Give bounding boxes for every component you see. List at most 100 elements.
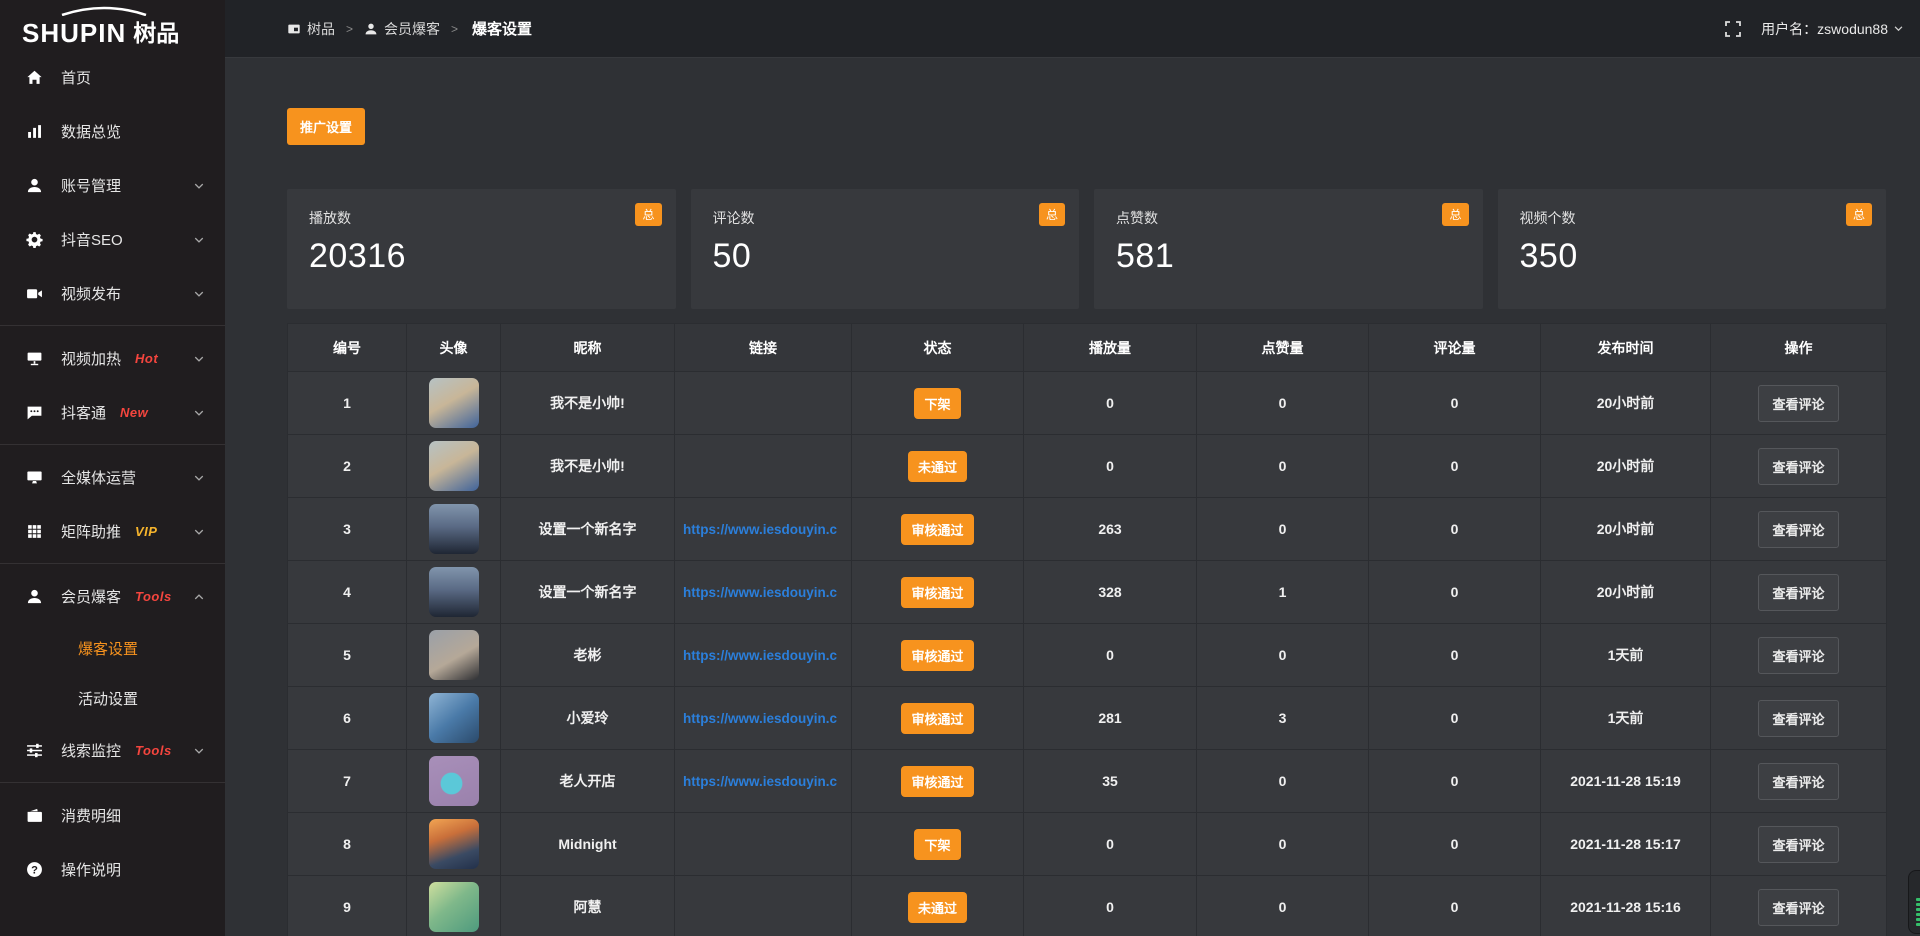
app-window: SHUPIN 树品 首页 数据总览 <box>0 0 1920 936</box>
view-comments-button[interactable]: 查看评论 <box>1758 574 1838 611</box>
sidebar-item-tag: Tools <box>135 743 172 758</box>
cell-nickname: 阿慧 <box>501 876 675 936</box>
cell-nickname: 老人开店 <box>501 750 675 813</box>
cell-link: https://www.iesdouyin.c <box>675 687 852 750</box>
table-row: 5 老彬 https://www.iesdouyin.c 审核通过 <box>288 624 1887 687</box>
cell-status: 未通过 <box>852 435 1024 498</box>
sidebar-item-video-heat[interactable]: 视频加热 Hot <box>0 331 225 385</box>
cell-status: 审核通过 <box>852 687 1024 750</box>
promotion-settings-button[interactable]: 推广设置 <box>287 108 365 145</box>
view-comments-button[interactable]: 查看评论 <box>1758 700 1838 737</box>
column-header: 操作 <box>1711 324 1887 372</box>
cell-publish-time: 1天前 <box>1541 687 1711 750</box>
sidebar-item-clue-monitor[interactable]: 线索监控 Tools <box>0 723 225 777</box>
cell-comments: 0 <box>1369 687 1541 750</box>
cell-comments: 0 <box>1369 372 1541 435</box>
view-comments-button[interactable]: 查看评论 <box>1758 763 1838 800</box>
logo-arc-decoration <box>58 3 150 21</box>
screen-icon <box>26 350 43 367</box>
stat-card-videos: 视频个数 350 总 <box>1498 189 1887 309</box>
chevron-down-icon <box>193 471 205 483</box>
cell-actions: 查看评论 <box>1711 876 1887 936</box>
chevron-down-icon <box>193 352 205 364</box>
table-row: 4 设置一个新名字 https://www.iesdouyin.c 审核通过 <box>288 561 1887 624</box>
cell-avatar <box>407 435 501 498</box>
stats-cards: 播放数 20316 总 评论数 50 总 点赞数 581 总 <box>287 189 1886 309</box>
breadcrumb-root[interactable]: 树品 <box>287 19 335 39</box>
view-comments-button[interactable]: 查看评论 <box>1758 889 1838 926</box>
cell-status: 下架 <box>852 813 1024 876</box>
sidebar-item-account-management[interactable]: 账号管理 <box>0 158 225 212</box>
cell-plays: 0 <box>1024 372 1197 435</box>
status-badge: 审核通过 <box>901 577 973 608</box>
stat-value: 20316 <box>309 237 654 276</box>
sidebar-item-omnimedia-operation[interactable]: 全媒体运营 <box>0 450 225 504</box>
column-header: 播放量 <box>1024 324 1197 372</box>
sidebar-item-matrix-boost[interactable]: 矩阵助推 VIP <box>0 504 225 558</box>
chevron-down-icon <box>193 744 205 756</box>
board-icon <box>287 22 301 36</box>
video-link[interactable]: https://www.iesdouyin.c <box>683 774 849 789</box>
sidebar-item-video-publish[interactable]: 视频发布 <box>0 266 225 320</box>
sidebar-item-instructions[interactable]: ? 操作说明 <box>0 842 225 896</box>
app-logo: SHUPIN 树品 <box>0 0 225 50</box>
sidebar-item-label: 首页 <box>61 67 91 88</box>
sidebar-item-label: 操作说明 <box>61 859 121 880</box>
cell-plays: 0 <box>1024 624 1197 687</box>
video-link[interactable]: https://www.iesdouyin.c <box>683 711 849 726</box>
cell-avatar <box>407 876 501 936</box>
floating-edge-widget[interactable] <box>1908 870 1920 934</box>
sidebar-item-home[interactable]: 首页 <box>0 50 225 104</box>
video-link[interactable]: https://www.iesdouyin.c <box>683 522 849 537</box>
sidebar-item-data-overview[interactable]: 数据总览 <box>0 104 225 158</box>
cell-actions: 查看评论 <box>1711 561 1887 624</box>
sidebar-item-douyin-seo[interactable]: 抖音SEO <box>0 212 225 266</box>
cell-actions: 查看评论 <box>1711 624 1887 687</box>
sidebar-subitem-baoke-settings[interactable]: 爆客设置 <box>0 623 225 673</box>
sidebar-subitem-activity-settings[interactable]: 活动设置 <box>0 673 225 723</box>
sidebar-item-label: 线索监控 <box>61 740 121 761</box>
cell-nickname: 我不是小帅! <box>501 372 675 435</box>
cell-link <box>675 876 852 936</box>
cell-likes: 0 <box>1197 624 1369 687</box>
sliders-icon <box>26 742 43 759</box>
breadcrumb-section[interactable]: 会员爆客 <box>364 19 440 39</box>
avatar <box>429 504 479 554</box>
view-comments-button[interactable]: 查看评论 <box>1758 826 1838 863</box>
caret-down-icon <box>1893 23 1904 34</box>
sidebar-item-member-baoke[interactable]: 会员爆客 Tools <box>0 569 225 623</box>
sidebar: SHUPIN 树品 首页 数据总览 <box>0 0 225 936</box>
bar-chart-icon <box>26 123 43 140</box>
view-comments-button[interactable]: 查看评论 <box>1758 385 1838 422</box>
sidebar-item-label: 消费明细 <box>61 805 121 826</box>
status-badge: 审核通过 <box>901 766 973 797</box>
cell-number: 6 <box>288 687 407 750</box>
view-comments-button[interactable]: 查看评论 <box>1758 637 1838 674</box>
cell-publish-time: 2021-11-28 15:19 <box>1541 750 1711 813</box>
sidebar-divider <box>0 325 225 326</box>
user-icon <box>26 177 43 194</box>
stat-value: 50 <box>713 237 1058 276</box>
cell-comments: 0 <box>1369 813 1541 876</box>
sidebar-item-label: 活动设置 <box>78 688 138 709</box>
video-link[interactable]: https://www.iesdouyin.c <box>683 648 849 663</box>
sidebar-item-douketong[interactable]: 抖客通 New <box>0 385 225 439</box>
user-menu[interactable]: 用户名：zswodun88 <box>1761 19 1904 39</box>
equalizer-bars-icon <box>1916 898 1920 926</box>
total-badge: 总 <box>1442 203 1468 226</box>
sidebar-item-consumption-details[interactable]: 消费明细 <box>0 788 225 842</box>
comment-icon <box>26 404 43 421</box>
table-row: 7 老人开店 https://www.iesdouyin.c 审核通过 <box>288 750 1887 813</box>
cell-publish-time: 2021-11-28 15:16 <box>1541 876 1711 936</box>
avatar <box>429 567 479 617</box>
stat-card-plays: 播放数 20316 总 <box>287 189 676 309</box>
cell-status: 审核通过 <box>852 561 1024 624</box>
fullscreen-icon[interactable] <box>1725 21 1741 37</box>
view-comments-button[interactable]: 查看评论 <box>1758 448 1838 485</box>
video-link[interactable]: https://www.iesdouyin.c <box>683 585 849 600</box>
cell-likes: 0 <box>1197 435 1369 498</box>
cell-number: 8 <box>288 813 407 876</box>
view-comments-button[interactable]: 查看评论 <box>1758 511 1838 548</box>
home-icon <box>26 69 43 86</box>
sidebar-item-label: 数据总览 <box>61 121 121 142</box>
